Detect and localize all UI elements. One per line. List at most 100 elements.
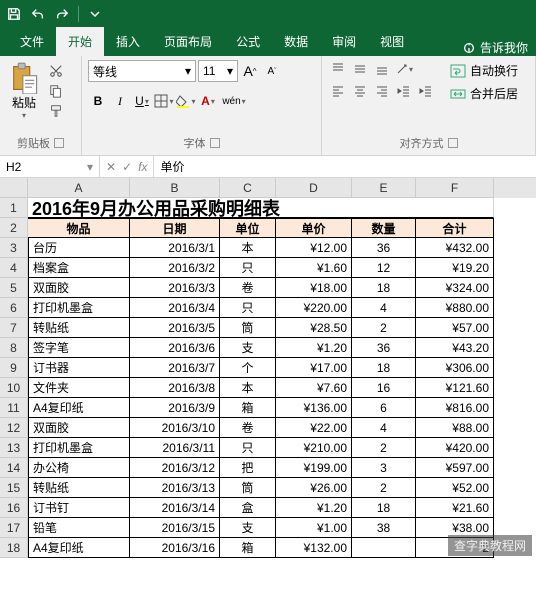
- save-icon[interactable]: [6, 6, 22, 22]
- cell[interactable]: 3: [352, 458, 416, 478]
- cell[interactable]: 签字笔: [28, 338, 130, 358]
- cell[interactable]: 箱: [220, 398, 276, 418]
- cell[interactable]: ¥220.00: [276, 298, 352, 318]
- cell[interactable]: 2016/3/1: [130, 238, 220, 258]
- format-painter-button[interactable]: [46, 102, 66, 120]
- cell[interactable]: 6: [352, 398, 416, 418]
- row-header[interactable]: 6: [0, 298, 28, 318]
- cell[interactable]: 2016/3/7: [130, 358, 220, 378]
- header-cell[interactable]: 日期: [130, 218, 220, 238]
- cell[interactable]: 18: [352, 498, 416, 518]
- cell[interactable]: ¥18.00: [276, 278, 352, 298]
- cell[interactable]: A4复印纸: [28, 398, 130, 418]
- cell[interactable]: 订书钉: [28, 498, 130, 518]
- cell[interactable]: 打印机墨盒: [28, 298, 130, 318]
- cell[interactable]: 2016/3/5: [130, 318, 220, 338]
- cell[interactable]: 只: [220, 298, 276, 318]
- tab-page-layout[interactable]: 页面布局: [152, 27, 224, 56]
- cell[interactable]: 2016/3/15: [130, 518, 220, 538]
- align-center-button[interactable]: [350, 82, 370, 100]
- cell[interactable]: 订书器: [28, 358, 130, 378]
- formula-bar-input[interactable]: 单价: [154, 156, 536, 177]
- cell[interactable]: 2: [352, 438, 416, 458]
- cell[interactable]: [352, 538, 416, 558]
- insert-function-icon[interactable]: fx: [138, 160, 147, 174]
- cancel-formula-icon[interactable]: ✕: [106, 160, 116, 174]
- column-header[interactable]: E: [352, 178, 416, 198]
- cell[interactable]: ¥22.00: [276, 418, 352, 438]
- cell[interactable]: 只: [220, 438, 276, 458]
- cell[interactable]: ¥420.00: [416, 438, 494, 458]
- row-header[interactable]: 14: [0, 458, 28, 478]
- cell[interactable]: ¥121.60: [416, 378, 494, 398]
- cell[interactable]: 2016/3/14: [130, 498, 220, 518]
- cell[interactable]: 筒: [220, 318, 276, 338]
- cell[interactable]: 盒: [220, 498, 276, 518]
- row-header[interactable]: 10: [0, 378, 28, 398]
- tab-review[interactable]: 审阅: [320, 27, 368, 56]
- row-header[interactable]: 16: [0, 498, 28, 518]
- row-header[interactable]: 9: [0, 358, 28, 378]
- tab-formulas[interactable]: 公式: [224, 27, 272, 56]
- cell[interactable]: 2016/3/11: [130, 438, 220, 458]
- clipboard-launcher-icon[interactable]: [54, 138, 64, 148]
- cell[interactable]: 筒: [220, 478, 276, 498]
- cell[interactable]: 铅笔: [28, 518, 130, 538]
- enter-formula-icon[interactable]: ✓: [122, 160, 132, 174]
- cell[interactable]: ¥57.00: [416, 318, 494, 338]
- font-name-select[interactable]: 等线▾: [88, 60, 196, 82]
- row-header[interactable]: 8: [0, 338, 28, 358]
- cell[interactable]: ¥28.50: [276, 318, 352, 338]
- cell[interactable]: ¥12.00: [276, 238, 352, 258]
- cell[interactable]: 双面胶: [28, 418, 130, 438]
- row-header[interactable]: 17: [0, 518, 28, 538]
- cell[interactable]: 2016/3/8: [130, 378, 220, 398]
- cell[interactable]: 办公椅: [28, 458, 130, 478]
- cell[interactable]: 本: [220, 378, 276, 398]
- align-middle-button[interactable]: [350, 60, 370, 78]
- cell[interactable]: 支: [220, 518, 276, 538]
- header-cell[interactable]: 物品: [28, 218, 130, 238]
- cell[interactable]: 支: [220, 338, 276, 358]
- font-launcher-icon[interactable]: [210, 138, 220, 148]
- cell[interactable]: ¥19.20: [416, 258, 494, 278]
- column-header[interactable]: F: [416, 178, 494, 198]
- cell[interactable]: ¥210.00: [276, 438, 352, 458]
- row-header[interactable]: 11: [0, 398, 28, 418]
- tab-home[interactable]: 开始: [56, 27, 104, 56]
- cell[interactable]: 档案盒: [28, 258, 130, 278]
- cell[interactable]: 2016/3/2: [130, 258, 220, 278]
- redo-icon[interactable]: [54, 6, 70, 22]
- cell[interactable]: ¥199.00: [276, 458, 352, 478]
- cell[interactable]: 打印机墨盒: [28, 438, 130, 458]
- header-cell[interactable]: 单位: [220, 218, 276, 238]
- cell[interactable]: ¥1.60: [276, 258, 352, 278]
- name-box[interactable]: H2▾: [0, 156, 100, 177]
- column-header[interactable]: D: [276, 178, 352, 198]
- cell[interactable]: ¥432.00: [416, 238, 494, 258]
- merge-center-button[interactable]: 合并后居: [446, 83, 522, 104]
- cell[interactable]: ¥26.00: [276, 478, 352, 498]
- cell[interactable]: ¥17.00: [276, 358, 352, 378]
- tab-data[interactable]: 数据: [272, 27, 320, 56]
- cell[interactable]: 2: [352, 318, 416, 338]
- tell-me[interactable]: 告诉我你: [462, 39, 536, 56]
- font-color-button[interactable]: A▾: [198, 90, 218, 112]
- cell[interactable]: 4: [352, 298, 416, 318]
- increase-indent-button[interactable]: [416, 82, 436, 100]
- cell[interactable]: 36: [352, 238, 416, 258]
- title-cell[interactable]: 2016年9月办公用品采购明细表: [28, 198, 494, 218]
- cell[interactable]: 18: [352, 278, 416, 298]
- row-header[interactable]: 18: [0, 538, 28, 558]
- spreadsheet-grid[interactable]: A B C D E F 1 2016年9月办公用品采购明细表 2 物品 日期 单…: [0, 178, 536, 558]
- cell[interactable]: 12: [352, 258, 416, 278]
- cell[interactable]: 16: [352, 378, 416, 398]
- cell[interactable]: 2: [352, 478, 416, 498]
- row-header[interactable]: 5: [0, 278, 28, 298]
- cell[interactable]: 2016/3/16: [130, 538, 220, 558]
- cell[interactable]: 只: [220, 258, 276, 278]
- cell[interactable]: 本: [220, 238, 276, 258]
- cell[interactable]: 4: [352, 418, 416, 438]
- cell[interactable]: 2016/3/13: [130, 478, 220, 498]
- cell[interactable]: ¥1.20: [276, 338, 352, 358]
